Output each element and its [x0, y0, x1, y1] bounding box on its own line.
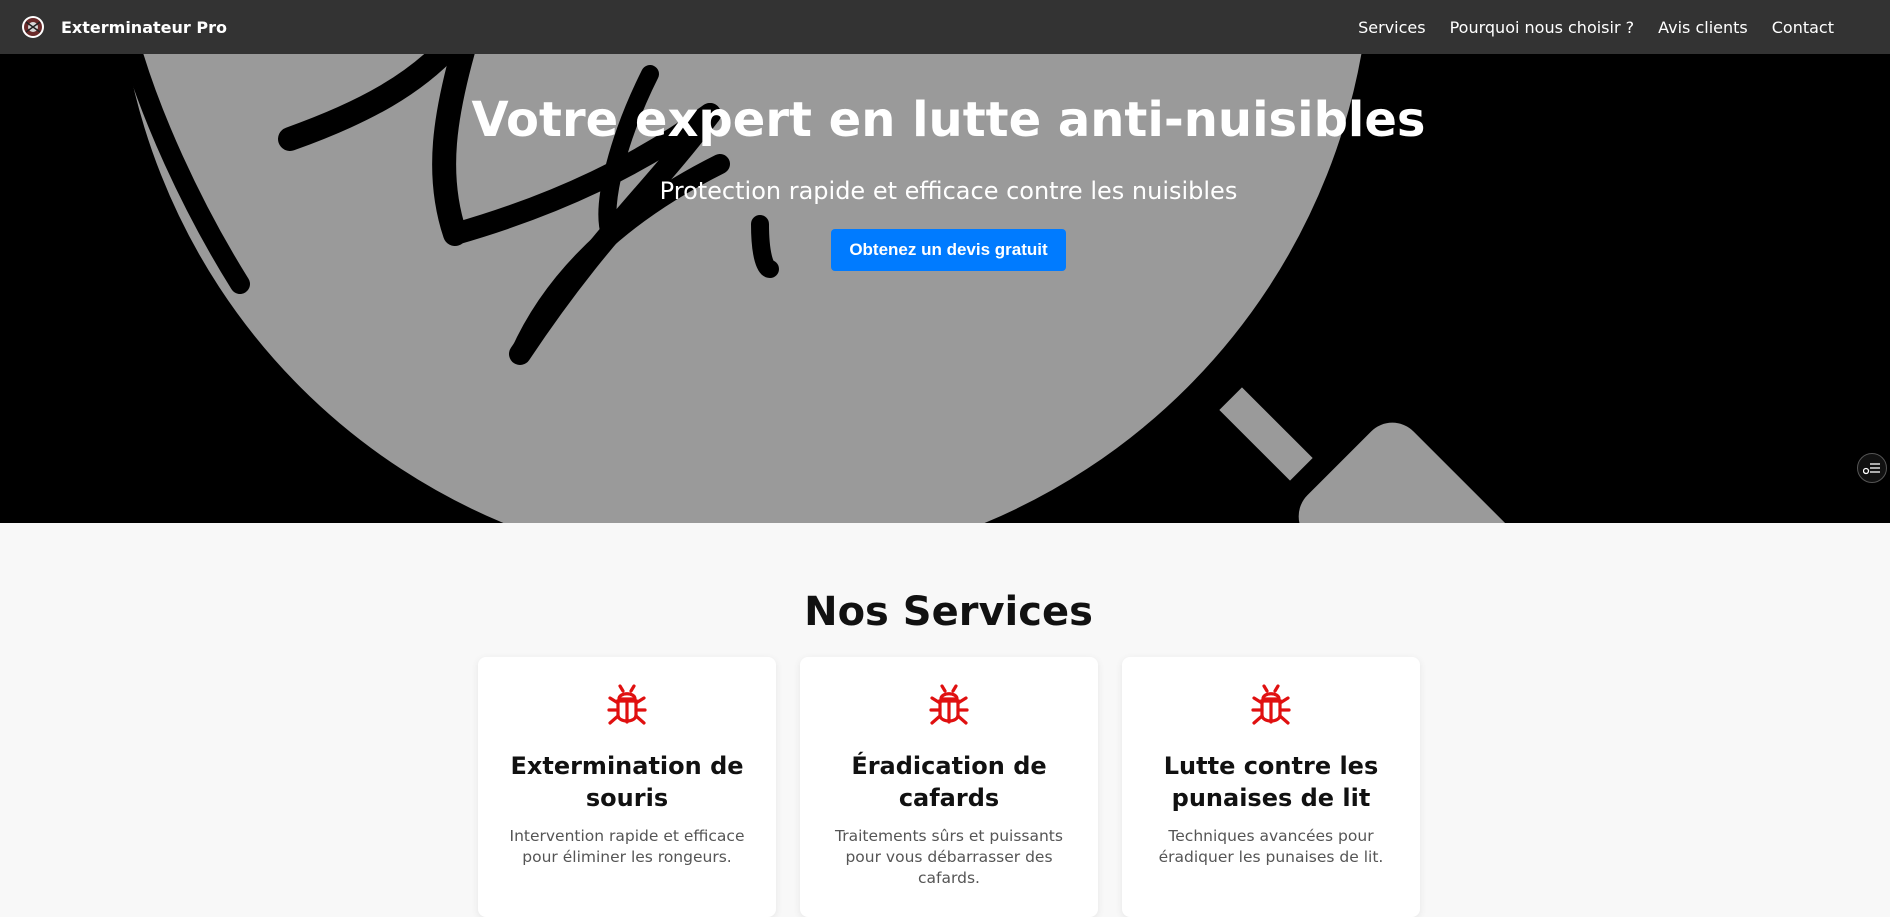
brand[interactable]: Exterminateur Pro — [21, 15, 227, 39]
service-card-description: Traitements sûrs et puissants pour vous … — [835, 827, 1063, 887]
service-card-description: Intervention rapide et efficace pour éli… — [509, 827, 745, 866]
nav-link-reviews[interactable]: Avis clients — [1658, 18, 1748, 37]
settings-widget-button[interactable] — [1857, 453, 1887, 483]
service-card-title: Lutte contre les punaises de lit — [1163, 752, 1379, 812]
hero-subtitle: Protection rapide et efficace contre les… — [659, 177, 1238, 205]
bug-icon — [1251, 684, 1291, 725]
services-title: Nos Services — [804, 589, 1093, 635]
brand-name: Exterminateur Pro — [61, 17, 227, 37]
nav-link-why-us[interactable]: Pourquoi nous choisir ? — [1450, 18, 1635, 37]
get-free-quote-button[interactable]: Obtenez un devis gratuit — [831, 229, 1066, 271]
service-card-bedbugs: Lutte contre les punaises de lit Techniq… — [1122, 657, 1420, 917]
nav-link-services[interactable]: Services — [1358, 18, 1425, 37]
nav-links: Services Pourquoi nous choisir ? Avis cl… — [1358, 0, 1834, 54]
service-card-title: Extermination de souris — [510, 752, 744, 812]
navbar: Exterminateur Pro Services Pourquoi nous… — [0, 0, 1890, 54]
bug-icon — [607, 684, 647, 725]
service-card-cockroaches: Éradication de cafards Traitements sûrs … — [800, 657, 1098, 917]
logo-icon — [22, 16, 44, 38]
nav-link-contact[interactable]: Contact — [1772, 18, 1834, 37]
bug-icon — [929, 684, 969, 725]
service-card-mice: Extermination de souris Intervention rap… — [478, 657, 776, 917]
hero-title: Votre expert en lutte anti-nuisibles — [471, 92, 1426, 148]
service-card-title: Éradication de cafards — [851, 752, 1047, 812]
service-card-description: Techniques avancées pour éradiquer les p… — [1158, 827, 1384, 866]
settings-widget-icon — [1863, 463, 1880, 475]
hero-section: Votre expert en lutte anti-nuisibles Pro… — [0, 54, 1890, 523]
services-section: Nos Services Extermination de souris Int… — [0, 523, 1890, 917]
